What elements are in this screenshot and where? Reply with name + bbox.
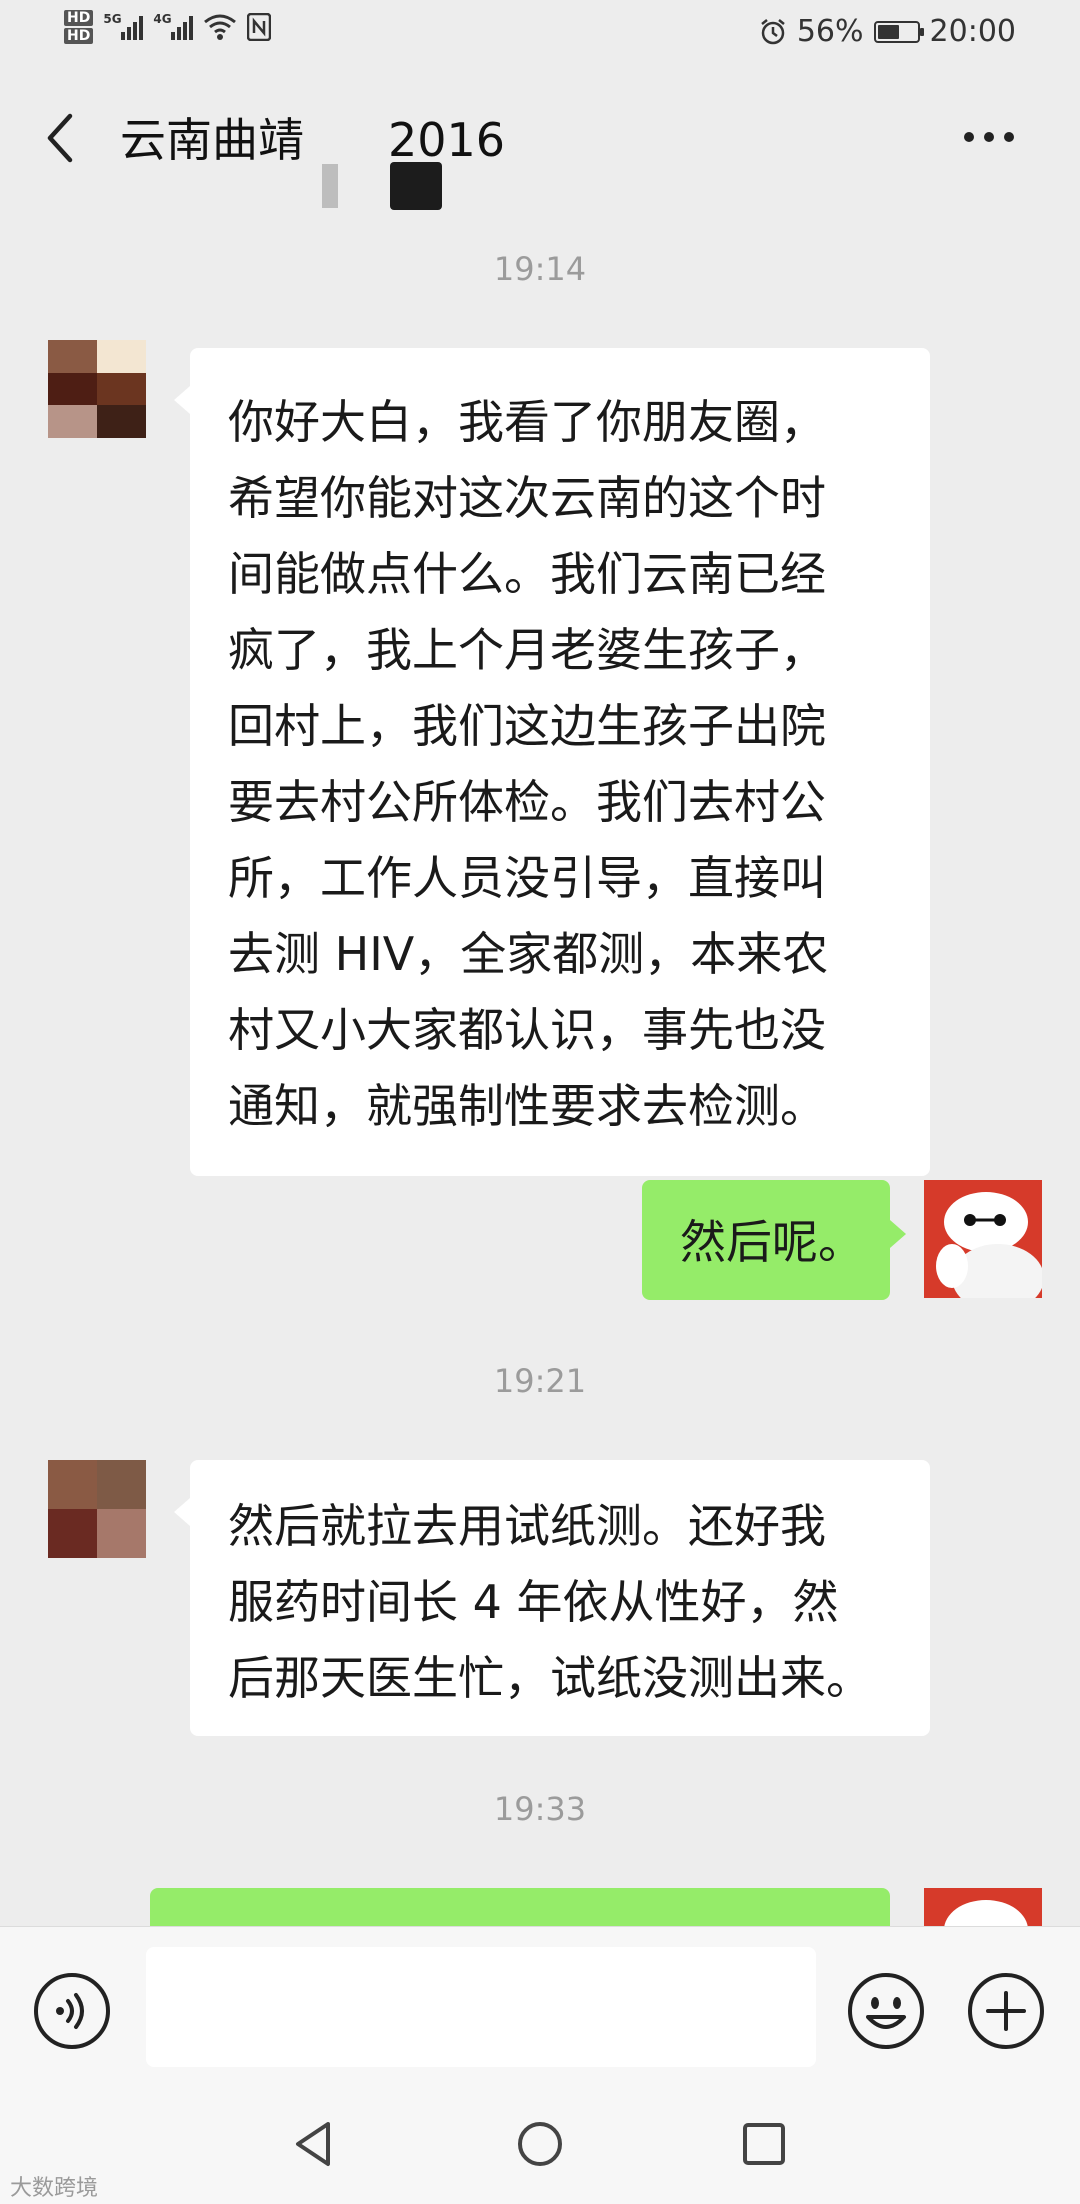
message-bubble-received[interactable]: 然后就拉去用试纸测。还好我 服药时间长 4 年依从性好，然 后那天医生忙，试纸没…	[174, 1460, 930, 1736]
chat-title-name: 云南曲靖	[120, 113, 304, 167]
status-left-group: HD HD 5G 4G	[64, 10, 272, 44]
alarm-icon	[761, 18, 785, 44]
contact-avatar[interactable]	[48, 340, 146, 438]
more-dot-icon	[1004, 132, 1014, 142]
redaction-block	[390, 162, 442, 210]
nav-home-button[interactable]	[510, 2114, 570, 2174]
voice-input-button[interactable]	[32, 1971, 112, 2051]
clock: 20:00	[929, 14, 1016, 49]
chat-title: 云南曲靖 2016	[120, 104, 505, 170]
baymax-avatar-icon	[924, 1888, 1042, 1926]
plus-button[interactable]	[966, 1971, 1046, 2051]
message-bubble-sent[interactable]	[150, 1888, 906, 1956]
more-options-button[interactable]	[964, 122, 1024, 152]
input-bar	[0, 1926, 1080, 2086]
emoji-button[interactable]	[846, 1971, 926, 2051]
timestamp: 19:21	[493, 1362, 587, 1400]
redaction-blur	[322, 164, 338, 208]
status-bar: HD HD 5G 4G 56% 20:00	[0, 0, 1080, 66]
timestamp: 19:14	[493, 250, 587, 288]
watermark: 大数跨境	[10, 2176, 99, 2201]
timestamp: 19:33	[493, 1790, 587, 1828]
more-dot-icon	[964, 132, 974, 142]
more-dot-icon	[984, 132, 994, 142]
signal-4g-icon: 4G	[153, 12, 194, 40]
user-avatar[interactable]	[924, 1180, 1042, 1298]
hd-label-2: HD	[64, 28, 94, 44]
battery-fill	[877, 24, 899, 39]
hd-label-1: HD	[64, 10, 94, 26]
message-bubble-received[interactable]: 你好大白，我看了你朋友圈， 希望你能对这次云南的这个时 间能做点什么。我们云南已…	[174, 348, 930, 1176]
user-avatar[interactable]	[924, 1888, 1042, 1926]
chat-title-suffix: 2016	[388, 113, 506, 167]
nav-recent-button[interactable]	[734, 2114, 794, 2174]
battery-percent: 56%	[796, 14, 864, 49]
signal-5g-icon: 5G	[103, 12, 144, 40]
message-input[interactable]	[146, 1947, 816, 2067]
message-bubble-sent[interactable]: 然后呢。	[642, 1180, 906, 1300]
baymax-avatar-icon	[924, 1180, 1042, 1298]
signal-5g-label: 5G	[103, 12, 122, 26]
battery-icon	[873, 20, 924, 43]
system-nav-bar	[0, 2086, 1080, 2204]
nfc-icon	[247, 13, 272, 41]
back-button[interactable]	[38, 108, 82, 168]
nav-back-button[interactable]	[284, 2114, 344, 2174]
signal-4g-label: 4G	[153, 12, 172, 26]
contact-avatar[interactable]	[48, 1460, 146, 1558]
hd-indicator: HD HD	[64, 10, 94, 44]
wifi-icon	[204, 14, 237, 40]
title-bar: 云南曲靖 2016	[0, 66, 1080, 210]
status-right-group: 56% 20:00	[759, 14, 1016, 49]
